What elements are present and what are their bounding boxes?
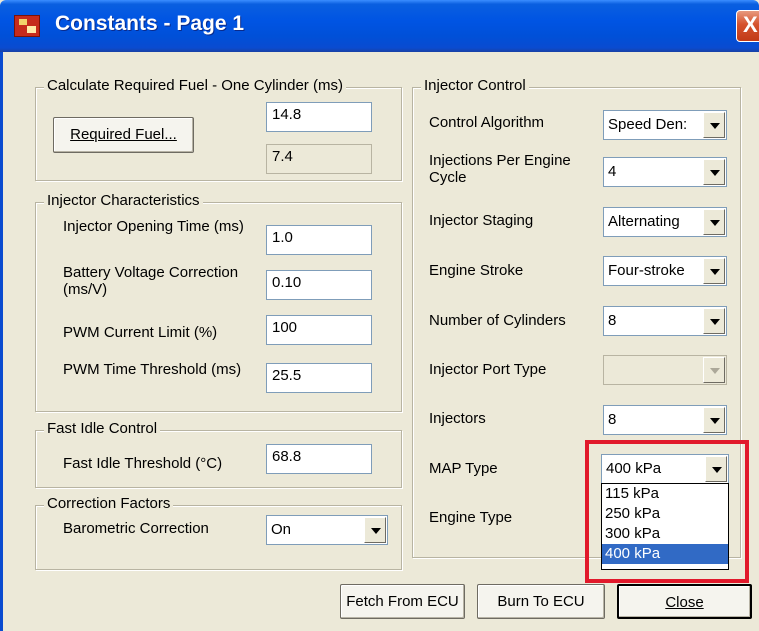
injector-control-title: Injector Control xyxy=(421,77,529,94)
fast-idle-title: Fast Idle Control xyxy=(44,420,161,437)
control-algorithm-label: Control Algorithm xyxy=(429,114,545,131)
fast-idle-threshold-field[interactable]: 68.8 xyxy=(266,444,372,474)
required-fuel-button-label: Required Fuel... xyxy=(70,126,177,143)
num-cylinders-value: 8 xyxy=(608,312,617,329)
battery-voltage-label: Battery Voltage Correction (ms/V) xyxy=(63,264,239,298)
injections-per-cycle-label: Injections Per Engine Cycle xyxy=(429,152,571,186)
control-algorithm-value: Speed Den: xyxy=(608,116,688,133)
close-window-button[interactable]: X xyxy=(736,10,759,42)
chevron-down-icon[interactable] xyxy=(703,308,725,334)
app-icon xyxy=(14,15,40,37)
chevron-down-icon[interactable] xyxy=(703,258,725,284)
chevron-down-icon[interactable] xyxy=(703,112,725,138)
required-fuel-button[interactable]: Required Fuel... xyxy=(53,117,194,153)
injector-port-type-label: Injector Port Type xyxy=(429,361,547,378)
chevron-down-icon[interactable] xyxy=(703,209,725,235)
burn-to-ecu-label: Burn To ECU xyxy=(497,593,585,610)
injector-characteristics-title: Injector Characteristics xyxy=(44,192,203,209)
close-label: Close xyxy=(665,594,704,611)
battery-voltage-field[interactable]: 0.10 xyxy=(266,270,372,300)
highlight-box xyxy=(585,440,749,583)
required-fuel-value[interactable]: 14.8 xyxy=(266,102,372,132)
burn-to-ecu-button[interactable]: Burn To ECU xyxy=(477,584,605,619)
injector-staging-label: Injector Staging xyxy=(429,212,534,229)
required-fuel-group-title: Calculate Required Fuel - One Cylinder (… xyxy=(44,77,346,94)
chevron-down-icon[interactable] xyxy=(703,159,725,185)
chevron-down-icon xyxy=(703,357,725,383)
barometric-value: On xyxy=(271,521,292,538)
injector-staging-select[interactable]: Alternating xyxy=(603,207,727,237)
title-bar[interactable]: Constants - Page 1 X xyxy=(0,0,759,52)
pwm-time-label: PWM Time Threshold (ms) xyxy=(63,361,242,378)
injectors-select[interactable]: 8 xyxy=(603,405,727,435)
num-cylinders-select[interactable]: 8 xyxy=(603,306,727,336)
chevron-down-icon[interactable] xyxy=(364,517,386,543)
close-button[interactable]: Close xyxy=(617,584,752,619)
barometric-select[interactable]: On xyxy=(266,515,388,545)
engine-type-label: Engine Type xyxy=(429,509,513,526)
required-fuel-computed: 7.4 xyxy=(266,144,372,174)
injectors-label: Injectors xyxy=(429,410,486,427)
opening-time-field[interactable]: 1.0 xyxy=(266,225,372,255)
injectors-value: 8 xyxy=(608,411,617,428)
injections-per-cycle-value: 4 xyxy=(608,163,617,180)
fetch-from-ecu-label: Fetch From ECU xyxy=(346,593,459,610)
pwm-time-field[interactable]: 25.5 xyxy=(266,363,372,393)
chevron-down-icon[interactable] xyxy=(703,407,725,433)
control-algorithm-select[interactable]: Speed Den: xyxy=(603,110,727,140)
engine-stroke-value: Four-stroke xyxy=(608,262,685,279)
engine-stroke-select[interactable]: Four-stroke xyxy=(603,256,727,286)
num-cylinders-label: Number of Cylinders xyxy=(429,312,566,329)
injector-port-type-select xyxy=(603,355,727,385)
barometric-label: Barometric Correction xyxy=(63,520,209,537)
correction-factors-title: Correction Factors xyxy=(44,495,174,512)
fetch-from-ecu-button[interactable]: Fetch From ECU xyxy=(340,584,465,619)
fast-idle-threshold-label: Fast Idle Threshold (°C) xyxy=(63,455,223,472)
opening-time-label: Injector Opening Time (ms) xyxy=(63,218,244,235)
injections-per-cycle-select[interactable]: 4 xyxy=(603,157,727,187)
pwm-current-label: PWM Current Limit (%) xyxy=(63,324,218,341)
injector-staging-value: Alternating xyxy=(608,213,680,230)
map-type-label: MAP Type xyxy=(429,460,498,477)
constants-dialog: Constants - Page 1 X Calculate Required … xyxy=(0,0,759,631)
pwm-current-field[interactable]: 100 xyxy=(266,315,372,345)
window-title: Constants - Page 1 xyxy=(55,12,245,35)
engine-stroke-label: Engine Stroke xyxy=(429,262,524,279)
